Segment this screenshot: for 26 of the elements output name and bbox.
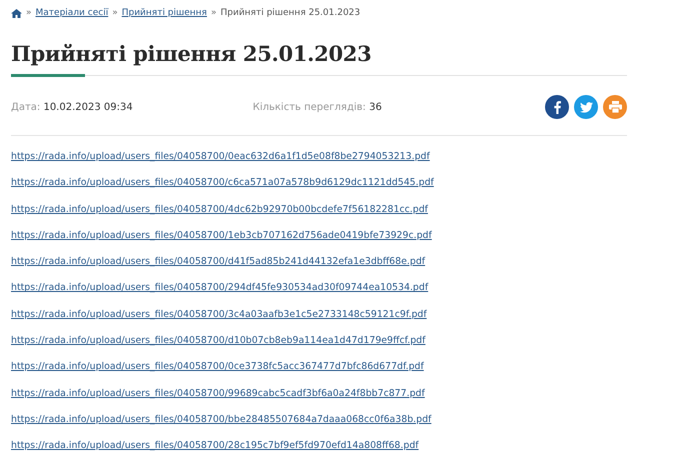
file-link[interactable]: https://rada.info/upload/users_files/04058700/1eb3cb707162d756ade0419bfe73929c.pdf: [11, 228, 432, 244]
breadcrumb-link[interactable]: Прийняті рішення: [122, 8, 207, 18]
file-link[interactable]: https://rada.info/upload/users_files/04058700/d41f5ad85b241d44132efa1e3dbff68e.pdf: [11, 254, 426, 270]
date-text: Дата: 10.02.2023 09:34: [11, 102, 133, 112]
home-icon[interactable]: [11, 8, 22, 18]
file-link[interactable]: https://rada.info/upload/users_files/04058700/bbe28485507684a7daaa068cc0f6a38b.pdf: [11, 412, 432, 428]
breadcrumb-current: Прийняті рішення 25.01.2023: [220, 8, 360, 18]
views-text: Кількість переглядів: 36: [252, 102, 382, 112]
bird-icon: [580, 102, 592, 112]
file-link[interactable]: https://rada.info/upload/users_files/04058700/294df45fe930534ad30f09744ea10534.pdf: [11, 280, 428, 296]
facebook-icon: [554, 100, 560, 114]
file-link[interactable]: https://rada.info/upload/users_files/04058700/28c195c7bf9ef5fd970efd14a808ff68.pdf: [11, 438, 419, 454]
file-link[interactable]: https://rada.info/upload/users_files/04058700/0ce3738fc5acc367477d7bfc86d677df.pdf: [11, 359, 424, 376]
separator: »: [210, 8, 216, 18]
share-button[interactable]: [545, 95, 569, 119]
breadcrumb-link[interactable]: Матеріали сесії: [36, 8, 108, 18]
file-link[interactable]: https://rada.info/upload/users_files/04058700/c6ca571a07a578b9d6129dc1121dd545.pdf: [11, 175, 434, 192]
file-link[interactable]: https://rada.info/upload/users_files/04058700/4dc62b92970b00bcdefe7f56182281cc.pdf: [11, 202, 428, 218]
file-link[interactable]: https://rada.info/upload/users_files/04058700/3c4a03aafb3e1c5e2733148c59121c9f.pdf: [11, 306, 427, 323]
page-title: Прийняті рішення 25.01.2023: [11, 41, 372, 66]
separator: »: [112, 8, 118, 18]
printer-icon: [608, 101, 622, 113]
file-link[interactable]: https://rada.info/upload/users_files/04058700/99689cabc5cadf3bf6a0a24f8bb7c877.pdf: [11, 386, 425, 402]
separator: »: [26, 8, 32, 18]
file-link[interactable]: https://rada.info/upload/users_files/04058700/d10b07cb8eb9a114ea1d47d179e9ffcf.pdf: [11, 333, 426, 350]
file-link[interactable]: https://rada.info/upload/users_files/04058700/0eac632d6a1f1d5e08f8be2794053213.pdf: [11, 149, 430, 165]
